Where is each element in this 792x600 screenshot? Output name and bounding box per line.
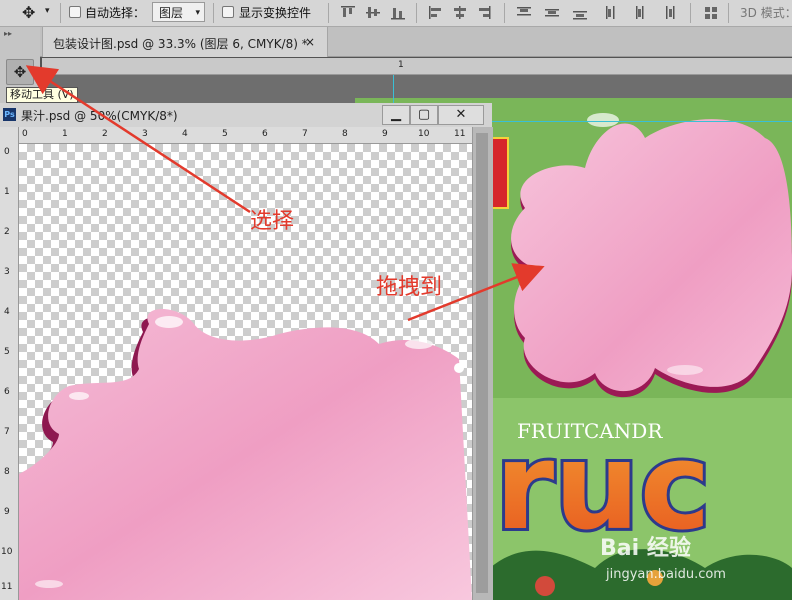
annotation-overlay: 选择 拖拽到 Bai 经验 jingyan.baidu.com (25, 65, 726, 582)
annotation-drag-text: 拖拽到 (376, 275, 442, 300)
watermark-url: jingyan.baidu.com (605, 567, 726, 582)
annotation-arrow-select (25, 65, 251, 214)
watermark-logo: Bai 经验 (600, 535, 691, 561)
annotation-select-text: 选择 (250, 209, 294, 234)
